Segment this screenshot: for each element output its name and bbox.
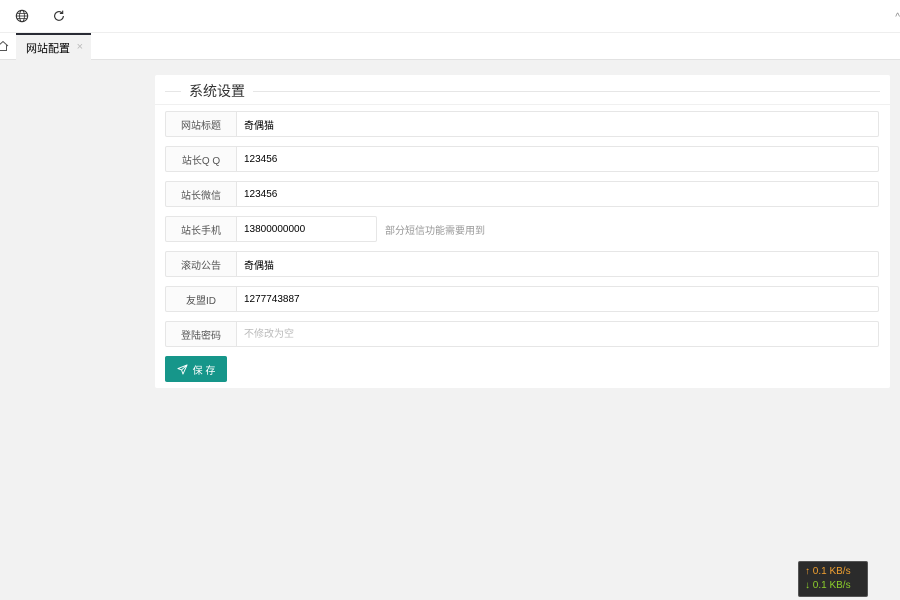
admin-wechat-input[interactable]	[237, 181, 879, 207]
chevron-up-icon[interactable]: ^	[895, 12, 900, 23]
admin-phone-input[interactable]	[237, 216, 377, 242]
globe-icon[interactable]	[14, 8, 30, 24]
login-password-input[interactable]	[237, 321, 879, 347]
tab-bar: 网站配置 ×	[0, 33, 900, 60]
settings-card: 系统设置 网站标题 站长Q Q 站长微信 站长手机 部分短信功能需要用到 滚动公…	[155, 75, 890, 388]
section-title: 系统设置	[189, 83, 245, 99]
scroll-notice-input[interactable]	[237, 251, 879, 277]
field-label: 登陆密码	[165, 321, 237, 347]
network-speed-widget[interactable]: ↑ 0.1 KB/s ↓ 0.1 KB/s	[798, 561, 868, 597]
home-icon[interactable]	[0, 33, 14, 59]
tab-website-config[interactable]: 网站配置 ×	[16, 33, 91, 60]
refresh-icon[interactable]	[51, 8, 67, 24]
tab-label: 网站配置	[26, 42, 70, 55]
field-label: 网站标题	[165, 111, 237, 137]
field-label: 友盟ID	[165, 286, 237, 312]
top-toolbar: ^	[0, 0, 900, 33]
legend-divider	[165, 90, 181, 92]
form-row-admin-qq: 站长Q Q	[165, 146, 879, 172]
field-label: 站长Q Q	[165, 146, 237, 172]
send-icon	[177, 363, 188, 375]
phone-hint: 部分短信功能需要用到	[385, 225, 485, 237]
form-row-login-password: 登陆密码	[165, 321, 879, 347]
upload-speed: ↑ 0.1 KB/s	[805, 566, 851, 577]
section-legend: 系统设置	[165, 81, 880, 101]
save-button[interactable]: 保 存	[165, 356, 227, 382]
form-row-admin-phone: 站长手机 部分短信功能需要用到	[165, 216, 879, 242]
legend-divider	[253, 90, 880, 92]
field-label: 滚动公告	[165, 251, 237, 277]
umeng-id-input[interactable]	[237, 286, 879, 312]
form-row-site-title: 网站标题	[165, 111, 879, 137]
divider	[155, 104, 890, 105]
form-row-admin-wechat: 站长微信	[165, 181, 879, 207]
admin-qq-input[interactable]	[237, 146, 879, 172]
save-button-label: 保 存	[192, 365, 216, 377]
form-row-scroll-notice: 滚动公告	[165, 251, 879, 277]
field-label: 站长微信	[165, 181, 237, 207]
field-label: 站长手机	[165, 216, 237, 242]
download-speed: ↓ 0.1 KB/s	[805, 580, 851, 591]
close-icon[interactable]: ×	[77, 41, 83, 53]
site-title-input[interactable]	[237, 111, 879, 137]
form-row-umeng-id: 友盟ID	[165, 286, 879, 312]
